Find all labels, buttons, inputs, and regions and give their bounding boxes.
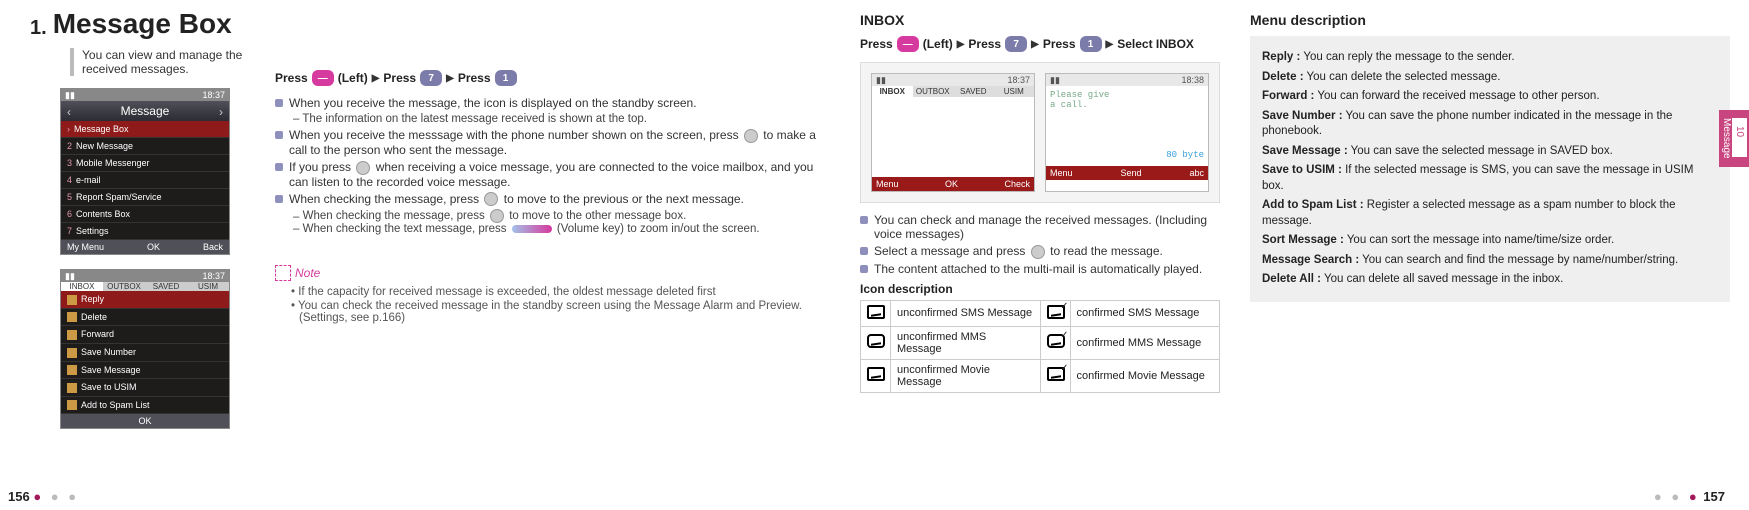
status-time: 18:37	[202, 90, 225, 100]
bullet-text: When you receive the messsage with the p…	[289, 128, 830, 157]
step-word: Press	[1043, 37, 1076, 51]
volume-key-icon	[512, 225, 552, 233]
step-word: Select INBOX	[1117, 37, 1194, 51]
list-item: Message Box	[74, 124, 129, 134]
page-tagline: You can view and manage the received mes…	[70, 48, 250, 76]
nav-lr-icon	[484, 192, 498, 206]
softkey-left-icon: —	[312, 70, 334, 86]
chapter-number: 10	[1732, 118, 1747, 157]
tab: OUTBOX	[103, 282, 145, 291]
ok-key-icon	[1031, 245, 1045, 259]
chapter-side-tab: 10 Message	[1719, 110, 1749, 167]
softkey: My Menu	[67, 242, 104, 252]
list-item: Settings	[76, 226, 109, 236]
step-word: Press	[860, 37, 893, 51]
arrow-icon: ▶	[446, 73, 454, 84]
list-item: Contents Box	[76, 209, 130, 219]
arrow-icon: ▶	[1031, 39, 1039, 50]
bullet-text: The content attached to the multi-mail i…	[874, 262, 1202, 276]
sms-confirmed-icon	[1047, 305, 1065, 319]
step-sequence: Press — (Left) ▶ Press 7 ▶ Press 1	[275, 70, 830, 86]
tab: SAVED	[145, 282, 187, 291]
list-item: New Message	[76, 141, 133, 151]
status-time: 18:37	[202, 271, 225, 281]
list-item: Save Message	[81, 365, 141, 375]
sub-bullet: When checking the message, press to move…	[293, 209, 830, 223]
softkey: OK	[138, 416, 151, 426]
movie-confirmed-icon	[1047, 367, 1065, 381]
phone-screenshot-message-list: ▮▮18:37 ‹Message› ›Message Box 2New Mess…	[60, 88, 230, 255]
phone-screenshot-options-menu: ▮▮ 18:37 INBOXOUTBOXSAVEDUSIM Reply Delet…	[60, 269, 230, 429]
softkey: OK	[147, 242, 160, 252]
chapter-label: Message	[1721, 118, 1732, 159]
list-item: Save Number	[81, 347, 136, 357]
softkey-left-icon: —	[897, 36, 919, 52]
arrow-icon: ▶	[957, 39, 965, 50]
page-number-right: ● ● ● 157	[1654, 489, 1725, 504]
list-item: Reply	[81, 294, 104, 304]
list-item: Delete	[81, 312, 107, 322]
sub-bullet: When checking the text message, press (V…	[293, 223, 830, 235]
icon-label: unconfirmed SMS Message	[891, 300, 1041, 326]
sub-bullet: The information on the latest message re…	[293, 113, 830, 125]
list-item: Report Spam/Service	[76, 192, 162, 202]
note-item: You can check the received message in th…	[299, 300, 830, 324]
nav-ud-icon	[490, 209, 504, 223]
bullet-text: You can check and manage the received me…	[874, 213, 1220, 241]
key-msg-icon: 1	[495, 70, 517, 86]
page-number-left: 156 ● ● ●	[8, 489, 79, 504]
step-word: Press	[458, 71, 491, 85]
movie-unconfirmed-icon	[867, 367, 885, 381]
softkey: Back	[203, 242, 223, 252]
arrow-icon: ▶	[372, 73, 380, 84]
signal-icon: ▮▮	[65, 90, 75, 101]
note-label: Note	[275, 265, 320, 281]
list-item: Mobile Messenger	[76, 158, 150, 168]
sms-unconfirmed-icon	[867, 305, 885, 319]
tab: USIM	[187, 282, 229, 291]
note-item: If the capacity for received message is …	[299, 286, 830, 298]
signal-icon: ▮▮	[65, 271, 75, 282]
icon-label: unconfirmed MMS Message	[891, 326, 1041, 359]
bullet-text: If you press when receiving a voice mess…	[289, 160, 830, 189]
page-title: Message Box	[53, 8, 232, 40]
list-item: Forward	[81, 329, 114, 339]
key-7-icon: 7	[420, 70, 442, 86]
list-item: e-mail	[76, 175, 101, 185]
icon-label: confirmed Movie Message	[1070, 359, 1220, 392]
mms-confirmed-icon	[1047, 334, 1065, 348]
step-word: (Left)	[923, 37, 953, 51]
icon-description-heading: Icon description	[860, 282, 1220, 296]
icon-label: confirmed SMS Message	[1070, 300, 1220, 326]
inbox-heading: INBOX	[860, 12, 1220, 28]
key-7-icon: 7	[1005, 36, 1027, 52]
step-sequence: Press — (Left) ▶ Press 7 ▶ Press 1 ▶ Sel…	[860, 36, 1220, 52]
call-icon	[744, 129, 758, 143]
step-word: Press	[275, 71, 308, 85]
call-icon	[356, 161, 370, 175]
phone-screenshot-pair: ▮▮18:37 INBOXOUTBOXSAVEDUSIM MenuOKCheck…	[860, 62, 1220, 203]
menu-description-heading: Menu description	[1250, 12, 1730, 28]
tab: INBOX	[61, 282, 103, 291]
arrow-icon: ▶	[1106, 39, 1114, 50]
menu-description-box: Reply : You can reply the message to the…	[1250, 36, 1730, 302]
step-word: (Left)	[338, 71, 368, 85]
key-msg-icon: 1	[1080, 36, 1102, 52]
phone-title: Message	[121, 104, 170, 118]
list-item: Save to USIM	[81, 382, 137, 392]
icon-description-table: unconfirmed SMS Message confirmed SMS Me…	[860, 300, 1220, 393]
section-number: 1.	[30, 17, 47, 40]
list-item: Add to Spam List	[81, 400, 150, 410]
mms-unconfirmed-icon	[867, 334, 885, 348]
icon-label: unconfirmed Movie Message	[891, 359, 1041, 392]
step-word: Press	[383, 71, 416, 85]
bullet-text: When you receive the message, the icon i…	[289, 96, 697, 110]
bullet-text: When checking the message, press to move…	[289, 192, 744, 207]
bullet-text: Select a message and press to read the m…	[874, 244, 1163, 259]
step-word: Press	[968, 37, 1001, 51]
icon-label: confirmed MMS Message	[1070, 326, 1220, 359]
